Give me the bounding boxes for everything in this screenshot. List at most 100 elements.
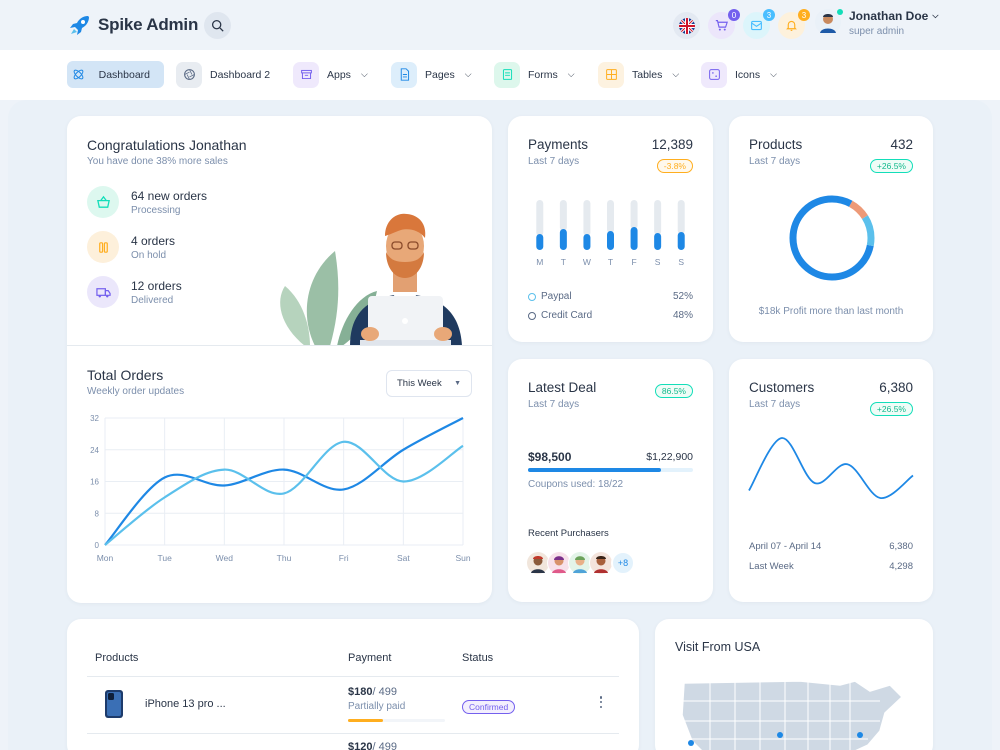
notification-button[interactable]: 3: [778, 9, 810, 39]
customers-change-badge: +26.5%: [869, 402, 913, 416]
nav-forms[interactable]: Forms ⌵: [494, 61, 575, 88]
customers-line-chart: [748, 437, 914, 499]
bar: [559, 229, 567, 250]
chevron-down-icon: ⌵: [672, 69, 680, 79]
mail-button[interactable]: 3: [743, 9, 775, 39]
total-orders-subtitle: Weekly order updates: [87, 386, 185, 397]
nav-apps-label: Apps: [327, 68, 351, 81]
x-tick-label: F: [631, 257, 637, 267]
x-tick-label: Mon: [97, 553, 114, 563]
status-badge: Confirmed: [462, 700, 516, 714]
bar: [630, 227, 638, 250]
user-menu[interactable]: Jonathan Doe ⌵ super admin: [815, 9, 938, 37]
x-tick-label: S: [654, 257, 661, 267]
last-week-label: Last Week: [749, 561, 794, 572]
nav-apps[interactable]: Apps ⌵: [293, 61, 368, 88]
payment-progress-fill: [348, 719, 383, 722]
x-tick-label: W: [582, 257, 591, 267]
col-payment: Payment: [348, 652, 392, 664]
search-button[interactable]: [204, 12, 231, 39]
y-tick-label: 16: [90, 478, 99, 487]
file-text-icon: [400, 68, 409, 81]
nav-forms-label: Forms: [528, 68, 558, 81]
col-status: Status: [462, 652, 494, 664]
deal-progress: [528, 468, 693, 472]
stat-title: 12 orders: [131, 278, 182, 293]
y-tick-label: 0: [95, 541, 100, 550]
legend-label: Credit Card: [541, 310, 593, 321]
x-tick-label: T: [607, 257, 614, 267]
total-orders-title: Total Orders: [87, 367, 164, 383]
products-value: 432: [890, 137, 913, 152]
nav-icons[interactable]: Icons ⌵: [701, 61, 777, 88]
amount-paid: $180: [348, 686, 373, 698]
range-value: 6,380: [889, 541, 913, 552]
welcome-title: Congratulations Jonathan: [87, 137, 247, 153]
chevron-down-icon: ⌵: [932, 11, 939, 20]
customers-card: Customers Last 7 days 6,380 +26.5% April…: [729, 359, 933, 602]
caret-down-icon: ▼: [454, 380, 461, 387]
table-row[interactable]: iPhone 13 pro ... $180/ 499 Partially pa…: [87, 677, 619, 733]
x-tick-label: Fri: [339, 553, 349, 563]
x-tick-label: T: [560, 257, 566, 267]
nav-dashboard[interactable]: Dashboard: [67, 61, 164, 88]
mail-badge: 3: [763, 9, 775, 21]
products-footer: $18k Profit more than last month: [758, 306, 904, 317]
deal-subtitle: Last 7 days: [528, 399, 580, 410]
cart-icon: [715, 20, 728, 31]
bar-background: [583, 200, 591, 236]
x-tick-label: Sat: [397, 553, 410, 563]
range-label: April 07 - April 14: [749, 541, 822, 552]
bar-background: [630, 200, 638, 229]
recent-purchasers-label: Recent Purchasers: [528, 528, 609, 539]
products-title: Products: [749, 137, 803, 152]
logo[interactable]: Spike Admin: [68, 13, 198, 37]
amount-total: / 499: [372, 741, 397, 750]
archive-icon: [300, 69, 312, 80]
nav-dashboard-2[interactable]: Dashboard 2: [176, 61, 270, 88]
dice-icon: [708, 69, 720, 80]
products-card: Products Last 7 days 432 +26.5% $18k Pro…: [729, 116, 933, 342]
nav-dashboard-label: Dashboard: [98, 68, 150, 81]
bell-icon: [786, 20, 797, 31]
deal-title: Latest Deal: [528, 380, 597, 395]
chevron-down-icon: ⌵: [770, 69, 777, 79]
chevron-down-icon: ⌵: [360, 69, 368, 79]
customers-last-row: Last Week 4,298: [749, 561, 913, 572]
payment-note: Partially paid: [348, 701, 406, 712]
week-select-value: This Week: [397, 378, 442, 389]
avatar: [589, 551, 613, 575]
x-tick-label: Tue: [157, 553, 172, 563]
user-role: super admin: [849, 26, 905, 37]
deal-progress-fill: [528, 468, 661, 472]
more-vertical-icon[interactable]: [596, 695, 606, 709]
week-select[interactable]: This Week ▼: [386, 370, 472, 397]
uk-flag-icon: [678, 17, 695, 34]
legend-dot: [528, 292, 536, 301]
customers-range-row: April 07 - April 14 6,380: [749, 541, 913, 552]
bar: [677, 232, 685, 250]
mail-icon: [751, 20, 762, 31]
product-name: iPhone 13 pro ...: [145, 698, 226, 710]
payments-card: Payments Last 7 days 12,389 -3.8% M T W T F S…: [508, 116, 713, 342]
products-donut-chart: [789, 195, 875, 281]
table-row[interactable]: $120/ 499: [87, 734, 619, 750]
customers-title: Customers: [749, 380, 815, 395]
nav-tables[interactable]: Tables ⌵: [598, 61, 679, 88]
user-name: Jonathan Doe: [849, 9, 929, 23]
chevron-down-icon: ⌵: [567, 69, 575, 79]
deal-badge: 86.5%: [654, 384, 693, 398]
stat-new-orders: 64 new orders Processing: [87, 186, 207, 218]
pause-icon: [98, 241, 108, 253]
more-purchasers[interactable]: +8: [611, 551, 635, 575]
aperture-icon: [183, 69, 195, 80]
bar-background: [536, 200, 544, 236]
language-button[interactable]: [673, 12, 700, 39]
stat-sub: Processing: [131, 204, 181, 216]
table-icon: [605, 69, 617, 80]
deal-amount: $98,500: [528, 450, 572, 464]
cart-button[interactable]: 0: [708, 9, 740, 39]
nav-pages[interactable]: Pages ⌵: [391, 61, 472, 88]
bar-background: [607, 200, 614, 233]
payment-progress: [348, 719, 445, 722]
